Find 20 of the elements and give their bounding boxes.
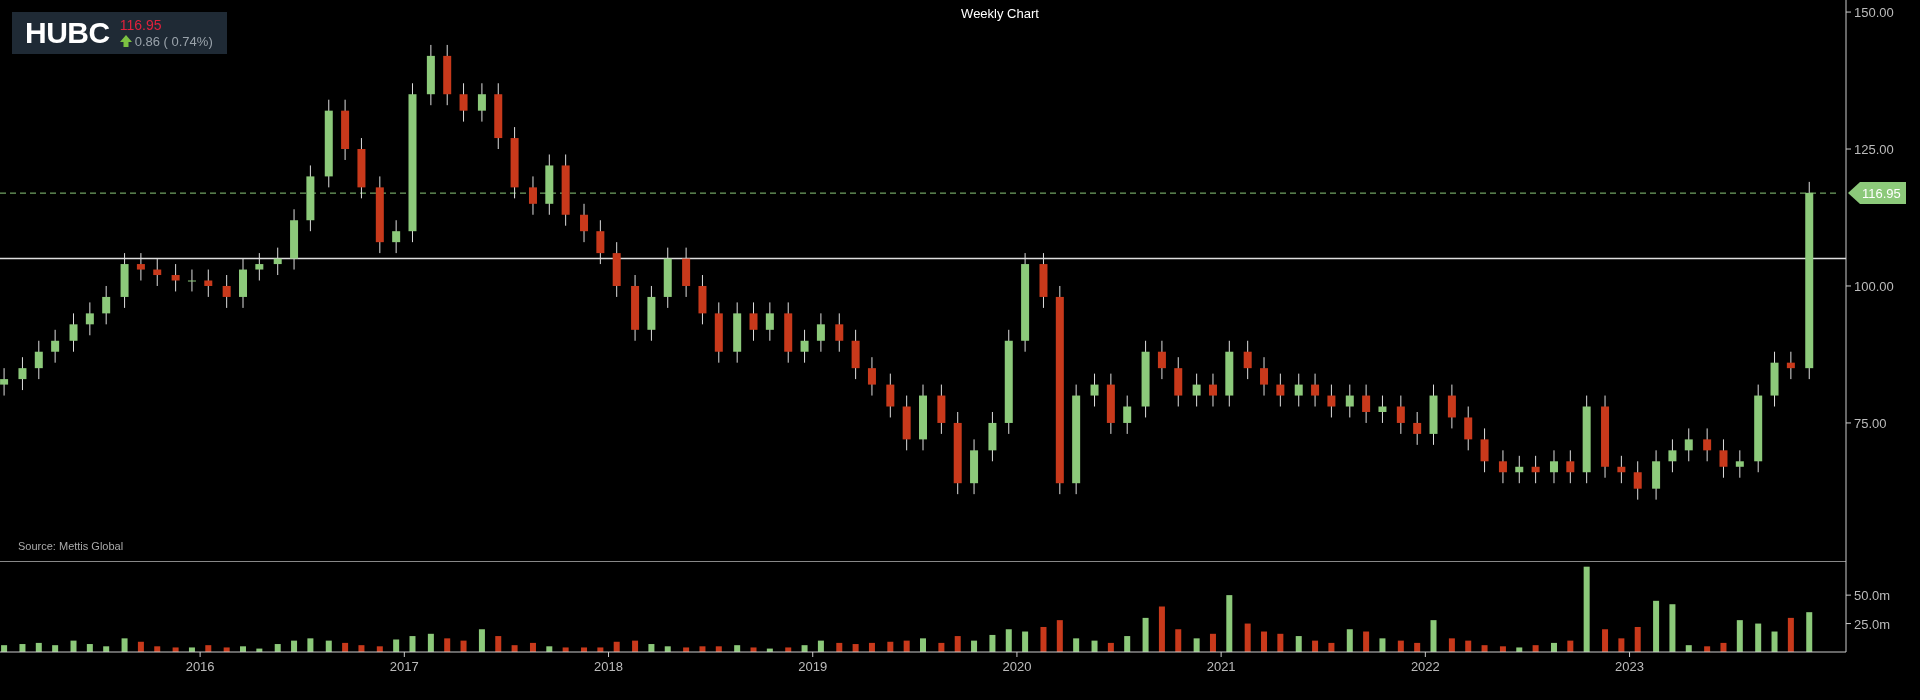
axis-label: 2022 <box>1410 659 1440 674</box>
source-note: Source: Mettis Global <box>18 540 124 552</box>
axis-label: 2020 <box>1002 659 1032 674</box>
axis-label: 2023 <box>1615 659 1644 674</box>
axis-label: 125.00 <box>1854 142 1894 157</box>
axis-label: 2016 <box>185 659 215 674</box>
ticker-symbol: HUBC <box>25 16 110 50</box>
axis-label: 150.00 <box>1854 5 1894 21</box>
chart-title: Weekly Chart <box>961 6 1039 21</box>
axis-label: 2021 <box>1206 659 1236 674</box>
price-change: 0.86 ( 0.74%) <box>134 33 213 49</box>
axis-label: 2017 <box>389 659 419 674</box>
axis-label: 2018 <box>594 659 623 674</box>
axis-label: 75.00 <box>1854 415 1887 431</box>
last-price: 116.95 <box>119 17 163 33</box>
price-tag: 116.95 <box>1862 186 1901 202</box>
axis-label: 2019 <box>798 659 828 674</box>
axis-label: 100.00 <box>1854 279 1894 294</box>
axis-label: 25.0m <box>1854 616 1891 632</box>
axis-label: 50.0m <box>1854 588 1891 604</box>
